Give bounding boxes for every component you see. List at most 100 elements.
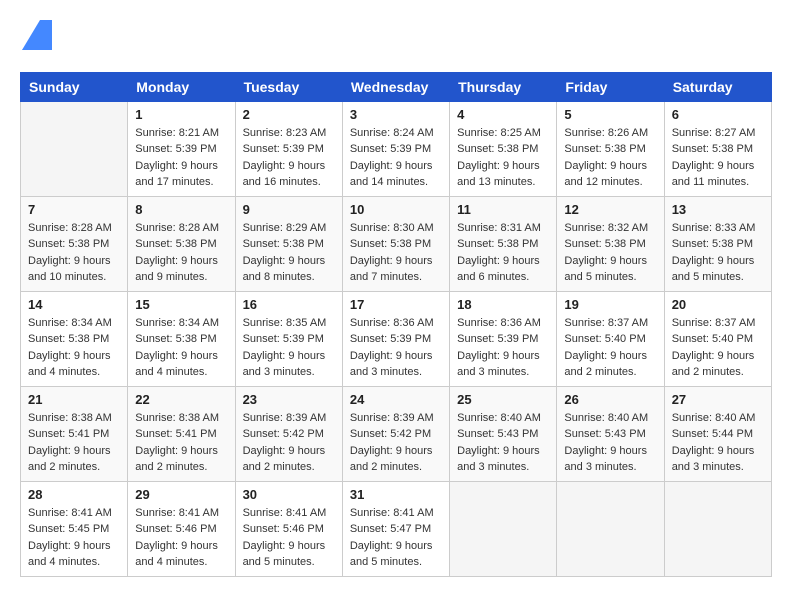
- day-number: 4: [457, 107, 549, 122]
- daylight-text: Daylight: 9 hours and 5 minutes.: [564, 255, 647, 284]
- day-number: 6: [672, 107, 764, 122]
- sunset-text: Sunset: 5:38 PM: [28, 238, 109, 250]
- daylight-text: Daylight: 9 hours and 17 minutes.: [135, 160, 218, 189]
- day-number: 7: [28, 202, 120, 217]
- daylight-text: Daylight: 9 hours and 8 minutes.: [243, 255, 326, 284]
- cell-text: Sunrise: 8:41 AM Sunset: 5:47 PM Dayligh…: [350, 505, 442, 571]
- calendar-cell: 8 Sunrise: 8:28 AM Sunset: 5:38 PM Dayli…: [128, 196, 235, 291]
- calendar-cell: 4 Sunrise: 8:25 AM Sunset: 5:38 PM Dayli…: [450, 101, 557, 196]
- sunrise-text: Sunrise: 8:23 AM: [243, 127, 327, 139]
- day-number: 28: [28, 487, 120, 502]
- sunset-text: Sunset: 5:42 PM: [350, 428, 431, 440]
- cell-text: Sunrise: 8:39 AM Sunset: 5:42 PM Dayligh…: [350, 410, 442, 476]
- sunset-text: Sunset: 5:38 PM: [135, 238, 216, 250]
- cell-text: Sunrise: 8:28 AM Sunset: 5:38 PM Dayligh…: [28, 220, 120, 286]
- sunset-text: Sunset: 5:46 PM: [243, 523, 324, 535]
- daylight-text: Daylight: 9 hours and 2 minutes.: [243, 445, 326, 474]
- sunset-text: Sunset: 5:44 PM: [672, 428, 753, 440]
- calendar-table: SundayMondayTuesdayWednesdayThursdayFrid…: [20, 72, 772, 577]
- daylight-text: Daylight: 9 hours and 4 minutes.: [28, 350, 111, 379]
- daylight-text: Daylight: 9 hours and 2 minutes.: [350, 445, 433, 474]
- cell-text: Sunrise: 8:31 AM Sunset: 5:38 PM Dayligh…: [457, 220, 549, 286]
- week-row-1: 7 Sunrise: 8:28 AM Sunset: 5:38 PM Dayli…: [21, 196, 772, 291]
- sunrise-text: Sunrise: 8:34 AM: [28, 317, 112, 329]
- daylight-text: Daylight: 9 hours and 14 minutes.: [350, 160, 433, 189]
- daylight-text: Daylight: 9 hours and 10 minutes.: [28, 255, 111, 284]
- sunrise-text: Sunrise: 8:41 AM: [243, 507, 327, 519]
- week-row-3: 21 Sunrise: 8:38 AM Sunset: 5:41 PM Dayl…: [21, 386, 772, 481]
- day-number: 17: [350, 297, 442, 312]
- sunrise-text: Sunrise: 8:40 AM: [457, 412, 541, 424]
- calendar-cell: 12 Sunrise: 8:32 AM Sunset: 5:38 PM Dayl…: [557, 196, 664, 291]
- cell-text: Sunrise: 8:34 AM Sunset: 5:38 PM Dayligh…: [28, 315, 120, 381]
- sunrise-text: Sunrise: 8:41 AM: [28, 507, 112, 519]
- sunrise-text: Sunrise: 8:36 AM: [350, 317, 434, 329]
- sunrise-text: Sunrise: 8:34 AM: [135, 317, 219, 329]
- calendar-cell: 26 Sunrise: 8:40 AM Sunset: 5:43 PM Dayl…: [557, 386, 664, 481]
- day-number: 12: [564, 202, 656, 217]
- sunset-text: Sunset: 5:43 PM: [457, 428, 538, 440]
- calendar-cell: 7 Sunrise: 8:28 AM Sunset: 5:38 PM Dayli…: [21, 196, 128, 291]
- sunrise-text: Sunrise: 8:29 AM: [243, 222, 327, 234]
- calendar-cell: 25 Sunrise: 8:40 AM Sunset: 5:43 PM Dayl…: [450, 386, 557, 481]
- calendar-cell: 22 Sunrise: 8:38 AM Sunset: 5:41 PM Dayl…: [128, 386, 235, 481]
- cell-text: Sunrise: 8:37 AM Sunset: 5:40 PM Dayligh…: [672, 315, 764, 381]
- day-number: 9: [243, 202, 335, 217]
- day-number: 15: [135, 297, 227, 312]
- sunset-text: Sunset: 5:39 PM: [350, 333, 431, 345]
- cell-text: Sunrise: 8:41 AM Sunset: 5:46 PM Dayligh…: [135, 505, 227, 571]
- cell-text: Sunrise: 8:36 AM Sunset: 5:39 PM Dayligh…: [457, 315, 549, 381]
- daylight-text: Daylight: 9 hours and 5 minutes.: [243, 540, 326, 569]
- daylight-text: Daylight: 9 hours and 3 minutes.: [457, 445, 540, 474]
- header-monday: Monday: [128, 72, 235, 101]
- sunrise-text: Sunrise: 8:36 AM: [457, 317, 541, 329]
- calendar-cell: 30 Sunrise: 8:41 AM Sunset: 5:46 PM Dayl…: [235, 481, 342, 576]
- sunrise-text: Sunrise: 8:39 AM: [243, 412, 327, 424]
- calendar-cell: 9 Sunrise: 8:29 AM Sunset: 5:38 PM Dayli…: [235, 196, 342, 291]
- sunset-text: Sunset: 5:38 PM: [457, 238, 538, 250]
- daylight-text: Daylight: 9 hours and 5 minutes.: [350, 540, 433, 569]
- sunrise-text: Sunrise: 8:41 AM: [350, 507, 434, 519]
- calendar-cell: 28 Sunrise: 8:41 AM Sunset: 5:45 PM Dayl…: [21, 481, 128, 576]
- calendar-cell: 10 Sunrise: 8:30 AM Sunset: 5:38 PM Dayl…: [342, 196, 449, 291]
- calendar-body: 1 Sunrise: 8:21 AM Sunset: 5:39 PM Dayli…: [21, 101, 772, 576]
- day-number: 31: [350, 487, 442, 502]
- sunrise-text: Sunrise: 8:24 AM: [350, 127, 434, 139]
- header-tuesday: Tuesday: [235, 72, 342, 101]
- day-number: 16: [243, 297, 335, 312]
- cell-text: Sunrise: 8:35 AM Sunset: 5:39 PM Dayligh…: [243, 315, 335, 381]
- day-number: 25: [457, 392, 549, 407]
- cell-text: Sunrise: 8:40 AM Sunset: 5:43 PM Dayligh…: [457, 410, 549, 476]
- cell-text: Sunrise: 8:37 AM Sunset: 5:40 PM Dayligh…: [564, 315, 656, 381]
- cell-text: Sunrise: 8:27 AM Sunset: 5:38 PM Dayligh…: [672, 125, 764, 191]
- calendar-cell: 14 Sunrise: 8:34 AM Sunset: 5:38 PM Dayl…: [21, 291, 128, 386]
- day-number: 27: [672, 392, 764, 407]
- daylight-text: Daylight: 9 hours and 3 minutes.: [564, 445, 647, 474]
- calendar-cell: 2 Sunrise: 8:23 AM Sunset: 5:39 PM Dayli…: [235, 101, 342, 196]
- cell-text: Sunrise: 8:24 AM Sunset: 5:39 PM Dayligh…: [350, 125, 442, 191]
- day-number: 30: [243, 487, 335, 502]
- cell-text: Sunrise: 8:26 AM Sunset: 5:38 PM Dayligh…: [564, 125, 656, 191]
- daylight-text: Daylight: 9 hours and 2 minutes.: [135, 445, 218, 474]
- sunset-text: Sunset: 5:41 PM: [28, 428, 109, 440]
- sunrise-text: Sunrise: 8:32 AM: [564, 222, 648, 234]
- daylight-text: Daylight: 9 hours and 3 minutes.: [243, 350, 326, 379]
- sunset-text: Sunset: 5:39 PM: [243, 143, 324, 155]
- sunset-text: Sunset: 5:38 PM: [243, 238, 324, 250]
- cell-text: Sunrise: 8:38 AM Sunset: 5:41 PM Dayligh…: [28, 410, 120, 476]
- daylight-text: Daylight: 9 hours and 2 minutes.: [28, 445, 111, 474]
- calendar-cell: 29 Sunrise: 8:41 AM Sunset: 5:46 PM Dayl…: [128, 481, 235, 576]
- day-number: 20: [672, 297, 764, 312]
- calendar-cell: 27 Sunrise: 8:40 AM Sunset: 5:44 PM Dayl…: [664, 386, 771, 481]
- cell-text: Sunrise: 8:34 AM Sunset: 5:38 PM Dayligh…: [135, 315, 227, 381]
- daylight-text: Daylight: 9 hours and 3 minutes.: [457, 350, 540, 379]
- daylight-text: Daylight: 9 hours and 6 minutes.: [457, 255, 540, 284]
- cell-text: Sunrise: 8:33 AM Sunset: 5:38 PM Dayligh…: [672, 220, 764, 286]
- sunrise-text: Sunrise: 8:40 AM: [564, 412, 648, 424]
- sunrise-text: Sunrise: 8:39 AM: [350, 412, 434, 424]
- week-row-0: 1 Sunrise: 8:21 AM Sunset: 5:39 PM Dayli…: [21, 101, 772, 196]
- day-number: 21: [28, 392, 120, 407]
- calendar-cell: 17 Sunrise: 8:36 AM Sunset: 5:39 PM Dayl…: [342, 291, 449, 386]
- sunrise-text: Sunrise: 8:26 AM: [564, 127, 648, 139]
- calendar-cell: 19 Sunrise: 8:37 AM Sunset: 5:40 PM Dayl…: [557, 291, 664, 386]
